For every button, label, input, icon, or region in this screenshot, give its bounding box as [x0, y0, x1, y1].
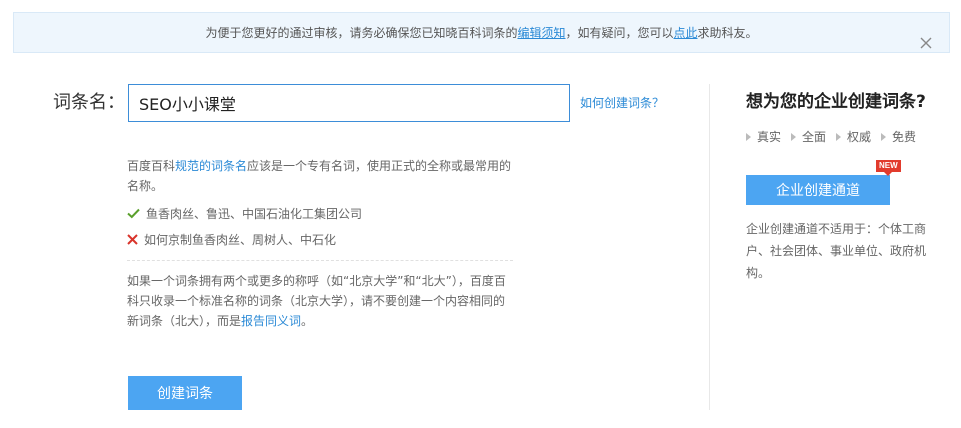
enterprise-title: 想为您的企业创建词条?	[746, 92, 926, 112]
naming-tips: 百度百科规范的词条名应该是一个专有名词，使用正式的全称或最常用的名称。 鱼香肉丝…	[127, 156, 513, 331]
tips-divider	[127, 260, 513, 261]
intro-prefix: 百度百科	[127, 159, 176, 173]
feature-item: 全面	[791, 128, 826, 145]
feature-item: 权威	[836, 128, 871, 145]
enterprise-description: 企业创建通道不适用于：个体工商户、社会团体、事业单位、政府机构。	[746, 222, 927, 280]
feature-label: 免费	[892, 130, 917, 144]
synonym-end: 。	[301, 314, 314, 328]
notice-text-after: 求助科友。	[697, 26, 758, 40]
how-to-create-link[interactable]: 如何创建词条？	[580, 94, 664, 111]
check-icon	[127, 208, 140, 218]
vertical-divider	[709, 84, 710, 410]
enterprise-channel-button[interactable]: 企业创建通道	[746, 175, 890, 205]
synonym-text: 如果一个词条拥有两个或更多的称呼（如“北京大学”和“北大”），百度百科只收录一个…	[127, 274, 506, 328]
triangle-bullet-icon	[791, 132, 797, 141]
create-entry-button[interactable]: 创建词条	[128, 376, 242, 410]
help-link[interactable]: 点此	[674, 26, 698, 40]
close-icon[interactable]	[919, 26, 933, 49]
feature-label: 真实	[757, 130, 782, 144]
title-input[interactable]	[128, 84, 570, 122]
synonym-tip: 如果一个词条拥有两个或更多的称呼（如“北京大学”和“北大”），百度百科只收录一个…	[127, 271, 513, 331]
triangle-bullet-icon	[746, 132, 751, 141]
bad-example-row: 如何京制鱼香肉丝、周树人、中石化	[127, 230, 513, 248]
notice-bar: 为便于您更好的通过审核，请务必确保您已知晓百科词条的编辑须知，如有疑问，您可以点…	[13, 12, 950, 53]
new-badge: NEW	[876, 160, 901, 176]
enterprise-features: 真实 全面 权威 免费	[746, 128, 916, 145]
feature-item: 免费	[881, 128, 916, 145]
edit-guide-link[interactable]: 编辑须知	[517, 26, 565, 40]
title-label: 词条名：	[53, 92, 125, 113]
notice-text-before: 为便于您更好的通过审核，请务必确保您已知晓百科词条的	[205, 26, 518, 40]
good-example-row: 鱼香肉丝、鲁迅、中国石油化工集团公司	[127, 204, 513, 222]
report-synonym-link[interactable]: 报告同义词	[241, 314, 301, 328]
triangle-bullet-icon	[836, 132, 842, 141]
feature-item: 真实	[746, 128, 781, 145]
good-example-text: 鱼香肉丝、鲁迅、中国石油化工集团公司	[146, 206, 363, 221]
cross-icon	[127, 233, 138, 245]
bad-example-text: 如何京制鱼香肉丝、周树人、中石化	[144, 232, 337, 247]
naming-intro: 百度百科规范的词条名应该是一个专有名词，使用正式的全称或最常用的名称。	[127, 156, 513, 196]
naming-rule-link[interactable]: 规范的词条名	[175, 159, 247, 173]
triangle-bullet-icon	[881, 132, 887, 141]
feature-label: 全面	[802, 130, 827, 144]
feature-label: 权威	[847, 130, 872, 144]
notice-text-middle: ，如有疑问，您可以	[565, 26, 674, 40]
